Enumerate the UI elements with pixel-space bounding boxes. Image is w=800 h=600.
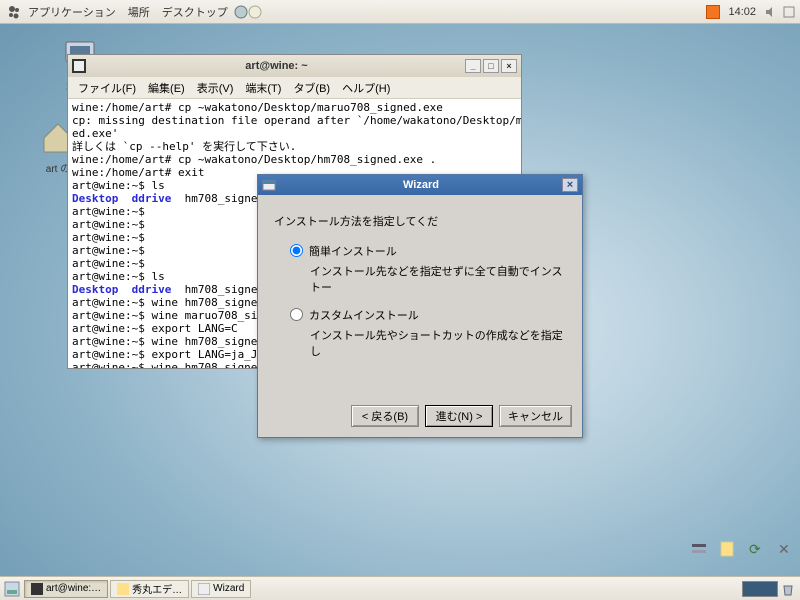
menu-file[interactable]: ファイル(F) [72, 80, 142, 96]
wizard-window: Wizard × インストール方法を指定してくだ 簡単インストール インストール… [257, 174, 583, 438]
terminal-titlebar[interactable]: art@wine: ~ _ □ × [68, 55, 521, 77]
wizard-close-button[interactable]: × [562, 178, 578, 192]
taskbar-item-hidemaru[interactable]: 秀丸エデ… [110, 580, 189, 598]
workspace-switcher[interactable] [742, 581, 778, 597]
radio-easy-install[interactable] [290, 244, 303, 257]
wizard-button-row: < 戻る(B) 進む(N) > キャンセル [258, 399, 582, 437]
taskbar-item-wizard[interactable]: Wizard [191, 580, 251, 598]
menu-places[interactable]: 場所 [122, 4, 156, 20]
clock[interactable]: 14:02 [728, 6, 756, 18]
radio-custom-install[interactable] [290, 308, 303, 321]
menu-applications[interactable]: アプリケーション [22, 4, 122, 20]
terminal-menubar: ファイル(F) 編集(E) 表示(V) 端末(T) タブ(B) ヘルプ(H) [68, 77, 521, 99]
radio-custom-desc: インストール先やショートカットの作成などを指定し [274, 327, 566, 359]
show-desktop-icon[interactable] [4, 581, 20, 597]
close-icon[interactable]: ✕ [774, 540, 792, 558]
menu-edit[interactable]: 編集(E) [142, 80, 191, 96]
radio-easy-label[interactable]: 簡単インストール [309, 243, 397, 259]
bottom-panel: art@wine:… 秀丸エデ… Wizard [0, 576, 800, 600]
radio-custom-label[interactable]: カスタムインストール [309, 307, 419, 323]
trash-applet-icon[interactable] [780, 581, 796, 597]
svg-text:⟳: ⟳ [749, 541, 761, 557]
panel-applets: ⟳ ✕ [690, 540, 792, 558]
terminal-icon [31, 583, 43, 595]
editor-icon [117, 583, 129, 595]
cancel-button[interactable]: キャンセル [499, 405, 572, 427]
wizard-title: Wizard [280, 179, 562, 191]
update-notifier-icon[interactable] [706, 5, 720, 19]
menu-help[interactable]: ヘルプ(H) [336, 80, 396, 96]
taskbar-item-terminal[interactable]: art@wine:… [24, 580, 108, 598]
wizard-body: インストール方法を指定してくだ 簡単インストール インストール先などを指定せずに… [258, 195, 582, 399]
back-button[interactable]: < 戻る(B) [351, 405, 419, 427]
installer-icon [262, 178, 276, 192]
menu-tabs[interactable]: タブ(B) [287, 80, 336, 96]
terminal-icon [72, 59, 86, 73]
radio-easy-desc: インストール先などを指定せずに全て自動でインストー [274, 263, 566, 295]
help-icon[interactable] [248, 5, 262, 19]
system-tray: 14:02 [706, 5, 796, 19]
minimize-button[interactable]: _ [465, 59, 481, 73]
wizard-prompt: インストール方法を指定してくだ [274, 213, 566, 229]
menu-view[interactable]: 表示(V) [191, 80, 240, 96]
window-list-icon[interactable] [690, 540, 708, 558]
menu-desktop[interactable]: デスクトップ [156, 4, 234, 20]
maximize-button[interactable]: □ [483, 59, 499, 73]
gnome-foot-icon[interactable] [6, 4, 22, 20]
note-icon[interactable] [718, 540, 736, 558]
wizard-titlebar[interactable]: Wizard × [258, 175, 582, 195]
globe-icon[interactable] [234, 5, 248, 19]
close-button[interactable]: × [501, 59, 517, 73]
menu-terminal[interactable]: 端末(T) [239, 80, 287, 96]
speaker-icon[interactable] [764, 5, 778, 19]
logout-icon[interactable] [782, 5, 796, 19]
top-panel: アプリケーション 場所 デスクトップ 14:02 [0, 0, 800, 24]
terminal-title: art@wine: ~ [90, 60, 463, 72]
refresh-icon[interactable]: ⟳ [746, 540, 764, 558]
installer-icon [198, 583, 210, 595]
next-button[interactable]: 進む(N) > [425, 405, 493, 427]
svg-text:✕: ✕ [778, 541, 790, 557]
